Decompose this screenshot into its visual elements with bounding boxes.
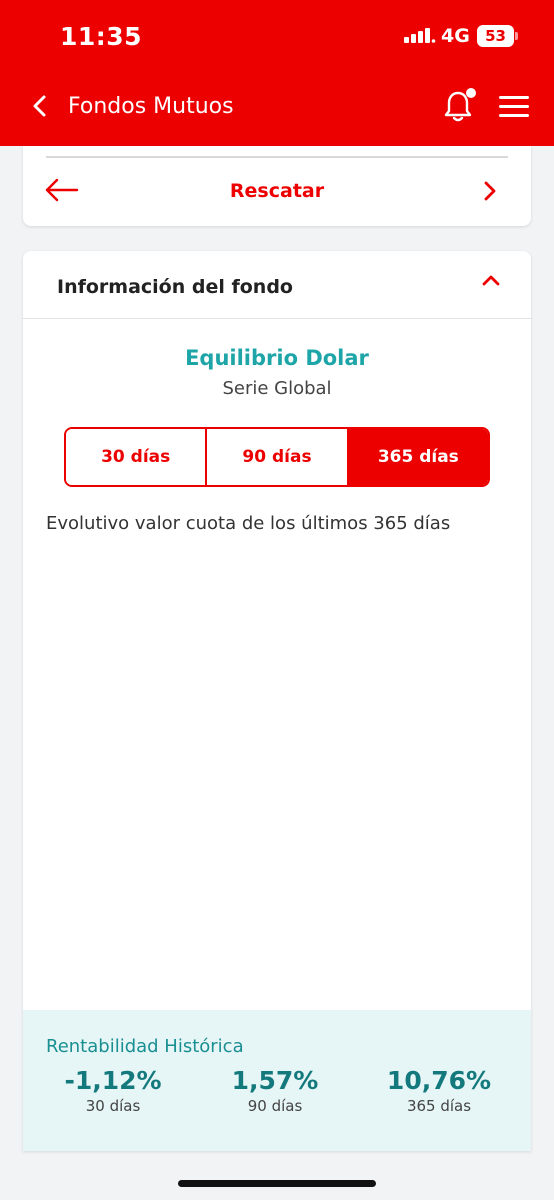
rescatar-card[interactable]: Rescatar (23, 146, 531, 226)
chart-caption: Evolutivo valor cuota de los últimos 365… (46, 513, 451, 534)
notification-dot (466, 88, 476, 98)
fund-info-title: Información del fondo (57, 276, 293, 298)
chevron-right-icon[interactable] (481, 180, 499, 202)
app-header: 11:35 4G 53 Fondos Mutuos (0, 0, 554, 146)
back-chevron-icon[interactable] (30, 92, 50, 120)
return-label: 365 días (406, 1097, 472, 1115)
home-indicator[interactable] (178, 1180, 376, 1187)
page-title: Fondos Mutuos (68, 94, 234, 119)
battery-icon: 53 (477, 25, 514, 47)
network-type: 4G (441, 25, 470, 47)
fund-series: Serie Global (222, 378, 332, 399)
battery-tip (515, 32, 518, 40)
fund-info-card: Información del fondo Equilibrio Dolar S… (23, 251, 531, 1151)
return-365-days: 10,76% 365 días (359, 1066, 519, 1115)
period-selector: 30 días 90 días 365 días (64, 427, 490, 487)
fund-info-header[interactable]: Información del fondo (23, 251, 531, 319)
return-value: 10,76% (386, 1066, 492, 1095)
period-30-days[interactable]: 30 días (66, 429, 206, 485)
rescatar-label[interactable]: Rescatar (23, 180, 531, 202)
divider (46, 156, 508, 158)
return-label: 30 días (85, 1097, 141, 1115)
return-30-days: -1,12% 30 días (33, 1066, 193, 1115)
returns-title: Rentabilidad Histórica (46, 1036, 244, 1057)
return-value: 1,57% (231, 1066, 319, 1095)
hamburger-menu-icon[interactable] (499, 96, 529, 118)
return-90-days: 1,57% 90 días (195, 1066, 355, 1115)
status-bar: 11:35 4G 53 (0, 0, 554, 72)
return-label: 90 días (247, 1097, 303, 1115)
period-90-days[interactable]: 90 días (205, 429, 347, 485)
fund-name: Equilibrio Dolar (185, 346, 369, 370)
historical-returns: Rentabilidad Histórica -1,12% 30 días 1,… (23, 1010, 531, 1151)
screen: 11:35 4G 53 Fondos Mutuos Rescatar Infor… (0, 0, 554, 1200)
status-time: 11:35 (60, 22, 143, 51)
signal-icon (404, 28, 436, 43)
return-value: -1,12% (64, 1066, 162, 1095)
period-365-days[interactable]: 365 días (346, 429, 488, 485)
chevron-up-icon[interactable] (481, 273, 501, 287)
